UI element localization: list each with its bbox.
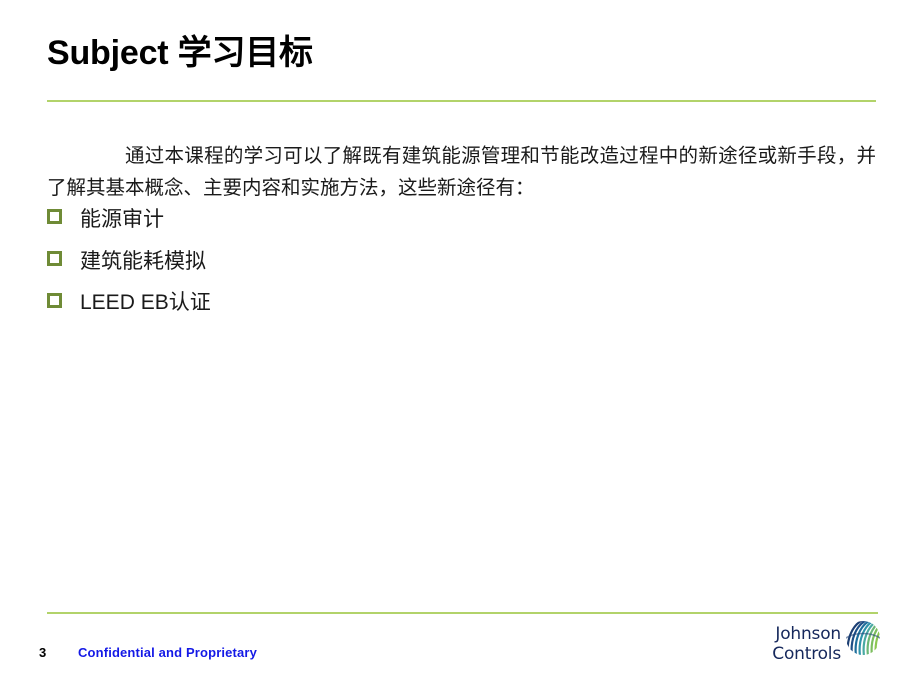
list-item: 建筑能耗模拟	[47, 240, 747, 282]
body-paragraph: 通过本课程的学习可以了解既有建筑能源管理和节能改造过程中的新途径或新手段，并了解…	[47, 143, 876, 199]
logo-line-2: Controls	[772, 644, 841, 664]
list-item-label: 能源审计	[80, 207, 164, 231]
johnson-controls-logo: Johnson Controls	[757, 618, 882, 674]
johnson-controls-sphere-icon	[843, 618, 883, 658]
page-title: Subject 学习目标	[47, 34, 313, 72]
square-outline-bullet-icon	[47, 293, 62, 308]
confidentiality-note: Confidential and Proprietary	[78, 645, 258, 660]
logo-line-1: Johnson	[775, 624, 841, 644]
logo-wordmark: Johnson Controls	[757, 624, 841, 664]
bullet-list: 能源审计 建筑能耗模拟 LEED EB认证	[47, 198, 747, 324]
list-item-label: LEED EB认证	[80, 291, 211, 314]
list-item: 能源审计	[47, 198, 747, 240]
square-outline-bullet-icon	[47, 251, 62, 266]
title-divider-rule	[47, 100, 876, 102]
footer-divider-rule	[47, 612, 878, 614]
list-item-label: 建筑能耗模拟	[80, 249, 206, 273]
page-number: 3	[39, 645, 47, 660]
list-item: LEED EB认证	[47, 282, 747, 324]
slide-canvas: Subject 学习目标 通过本课程的学习可以了解既有建筑能源管理和节能改造过程…	[0, 0, 920, 690]
square-outline-bullet-icon	[47, 209, 62, 224]
